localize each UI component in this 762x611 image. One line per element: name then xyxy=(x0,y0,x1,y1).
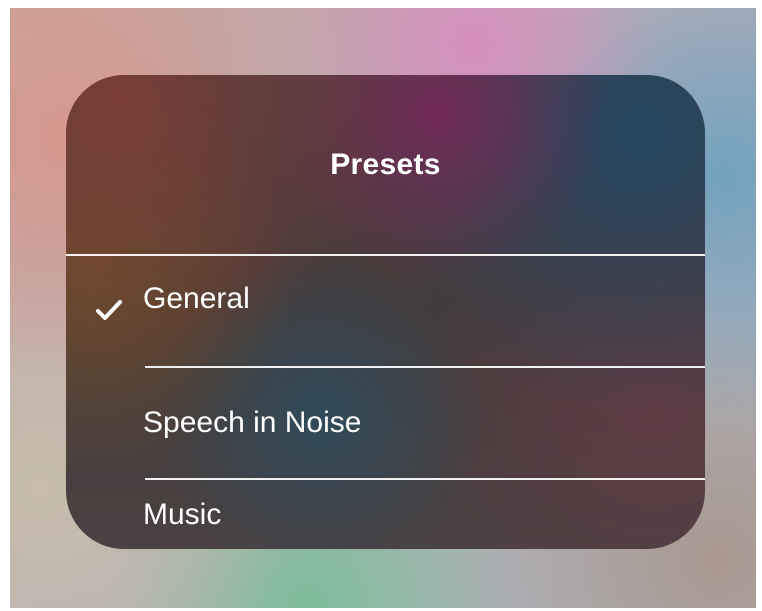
blurred-background: Presets General Speech in Noise Music xyxy=(10,8,756,608)
preset-option-general[interactable]: General xyxy=(66,256,705,366)
preset-option-music[interactable]: Music xyxy=(66,480,705,549)
presets-panel: Presets General Speech in Noise Music xyxy=(66,75,705,549)
checkmark-icon xyxy=(96,300,122,320)
panel-title: Presets xyxy=(330,148,441,181)
preset-label-general: General xyxy=(143,282,250,315)
preset-label-music: Music xyxy=(143,498,222,531)
